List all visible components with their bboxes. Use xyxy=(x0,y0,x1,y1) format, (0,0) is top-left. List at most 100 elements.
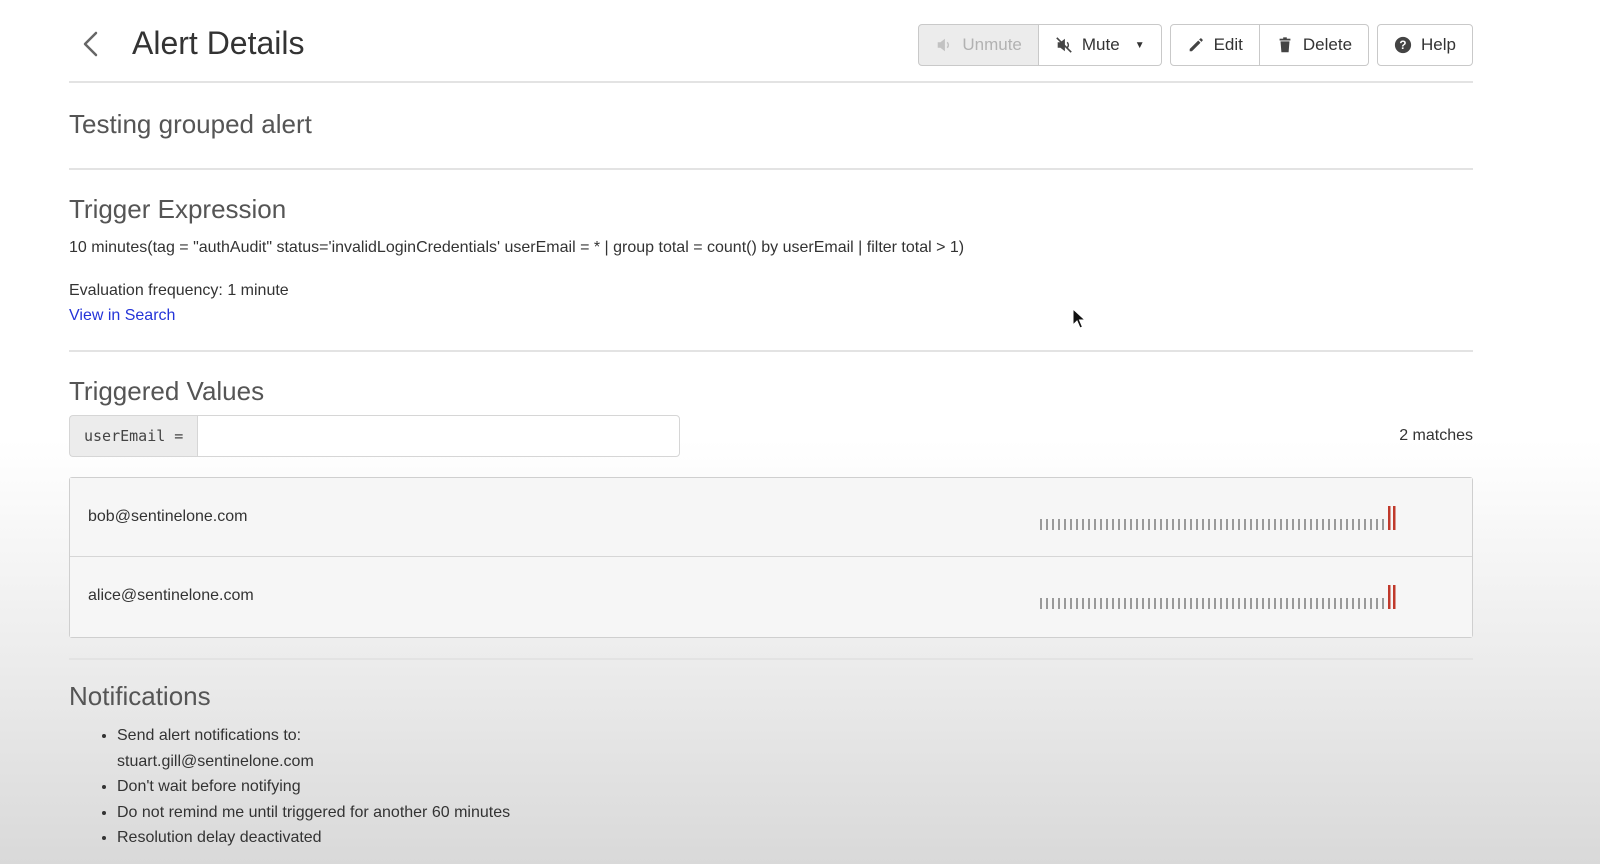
spark-bar xyxy=(1052,598,1054,609)
edit-label: Edit xyxy=(1213,35,1243,54)
spark-bar xyxy=(1124,598,1126,609)
spark-bar xyxy=(1280,598,1282,609)
spark-bar xyxy=(1046,598,1048,609)
spark-bar xyxy=(1340,519,1342,530)
spark-bar xyxy=(1220,519,1222,530)
mouse-cursor-icon xyxy=(1072,308,1086,329)
spark-bar xyxy=(1202,519,1204,530)
spark-bar xyxy=(1334,519,1336,530)
spark-bar xyxy=(1214,519,1216,530)
triggered-values-heading: Triggered Values xyxy=(69,376,265,406)
spark-bar xyxy=(1172,519,1174,530)
spark-bar xyxy=(1184,519,1186,530)
spark-bar xyxy=(1256,598,1258,609)
spark-bar xyxy=(1118,598,1120,609)
list-item[interactable]: alice@sentinelone.com xyxy=(70,557,1472,637)
svg-text:?: ? xyxy=(1399,39,1406,52)
help-button[interactable]: ? Help xyxy=(1377,24,1473,66)
spark-bar xyxy=(1268,519,1270,530)
spark-bar xyxy=(1310,519,1312,530)
edit-button[interactable]: Edit xyxy=(1169,24,1260,66)
spark-bar xyxy=(1256,519,1258,530)
spark-bar xyxy=(1208,598,1210,609)
spark-bar xyxy=(1100,598,1102,609)
spark-bar xyxy=(1244,598,1246,609)
spark-bar xyxy=(1334,598,1336,609)
list-item[interactable]: bob@sentinelone.com xyxy=(70,478,1472,557)
spark-bar xyxy=(1046,519,1048,530)
back-button[interactable] xyxy=(79,28,103,60)
unmute-button[interactable]: Unmute xyxy=(918,24,1039,66)
spark-bar xyxy=(1268,598,1270,609)
spark-bar xyxy=(1274,519,1276,530)
question-circle-icon: ? xyxy=(1394,36,1412,54)
spark-bar xyxy=(1178,519,1180,530)
spark-bar xyxy=(1292,598,1294,609)
filter-field-label: userEmail = xyxy=(69,415,198,457)
list-item: Do not remind me until triggered for ano… xyxy=(117,800,617,826)
spark-bar xyxy=(1148,598,1150,609)
spark-bar xyxy=(1364,519,1366,530)
spark-bar xyxy=(1358,519,1360,530)
spark-bar xyxy=(1346,519,1348,530)
notification-item: Do not remind me until triggered for ano… xyxy=(117,803,511,821)
spark-bar xyxy=(1304,598,1306,609)
spark-bar xyxy=(1382,598,1384,609)
spark-bar xyxy=(1232,519,1234,530)
spark-bar xyxy=(1364,598,1366,609)
spark-bar xyxy=(1040,598,1042,609)
alert-name: Testing grouped alert xyxy=(69,109,312,139)
match-count: 2 matches xyxy=(1399,427,1473,444)
chevron-left-icon xyxy=(83,31,98,57)
spark-bar xyxy=(1166,519,1168,530)
trash-icon xyxy=(1279,37,1291,53)
spark-bar xyxy=(1070,519,1072,530)
list-item: Resolution delay deactivated xyxy=(117,825,617,851)
view-in-search-link[interactable]: View in Search xyxy=(69,307,175,325)
delete-button[interactable]: Delete xyxy=(1259,24,1370,66)
evaluation-frequency: Evaluation frequency: 1 minute xyxy=(69,282,289,299)
notifications-section: Notifications Send alert notifications t… xyxy=(69,660,1473,860)
triggered-values-section: Triggered Values userEmail = 2 matches b… xyxy=(69,352,1473,660)
spark-bar xyxy=(1082,519,1084,530)
spark-bar xyxy=(1208,519,1210,530)
spark-bar xyxy=(1106,598,1108,609)
alert-details-page: Alert Details Unmute Mute ▼ Edit Delete … xyxy=(69,0,1473,860)
spark-bar xyxy=(1328,519,1330,530)
trigger-expression-text: 10 minutes(tag = "authAudit" status='inv… xyxy=(69,239,965,256)
spark-bar xyxy=(1358,598,1360,609)
list-item: Send alert notifications to: stuart.gill… xyxy=(117,723,617,774)
spark-bar xyxy=(1184,598,1186,609)
spark-bar xyxy=(1274,598,1276,609)
spark-bar xyxy=(1328,598,1330,609)
value-filter: userEmail = xyxy=(69,415,681,457)
notification-recipient: stuart.gill@sentinelone.com xyxy=(117,752,314,770)
spark-bar xyxy=(1136,519,1138,530)
spark-bar xyxy=(1112,519,1114,530)
pencil-icon xyxy=(1189,38,1203,52)
help-label: Help xyxy=(1421,35,1456,54)
spark-bar xyxy=(1322,519,1324,530)
spark-bar xyxy=(1076,598,1078,609)
spark-bar xyxy=(1310,598,1312,609)
spark-bar xyxy=(1226,519,1228,530)
speaker-icon xyxy=(938,38,950,52)
page-header: Alert Details Unmute Mute ▼ Edit Delete … xyxy=(69,0,1473,83)
spark-bar xyxy=(1040,519,1042,530)
spark-bar-triggered xyxy=(1388,506,1391,530)
spark-bar xyxy=(1370,598,1372,609)
spark-bar xyxy=(1202,598,1204,609)
spark-bar xyxy=(1244,519,1246,530)
filter-input[interactable] xyxy=(197,415,681,457)
trigger-expression-section: Trigger Expression 10 minutes(tag = "aut… xyxy=(69,170,1473,352)
spark-bar xyxy=(1088,519,1090,530)
edit-delete-controls: Edit Delete xyxy=(1169,24,1370,66)
spark-bar xyxy=(1262,598,1264,609)
spark-bar xyxy=(1190,519,1192,530)
spark-bar xyxy=(1070,598,1072,609)
mute-dropdown-button[interactable]: Mute ▼ xyxy=(1038,24,1162,66)
spark-bar xyxy=(1250,598,1252,609)
triggered-values-list: bob@sentinelone.com alice@sentinelone.co… xyxy=(69,477,1473,638)
spark-bar xyxy=(1370,519,1372,530)
spark-bar xyxy=(1112,598,1114,609)
